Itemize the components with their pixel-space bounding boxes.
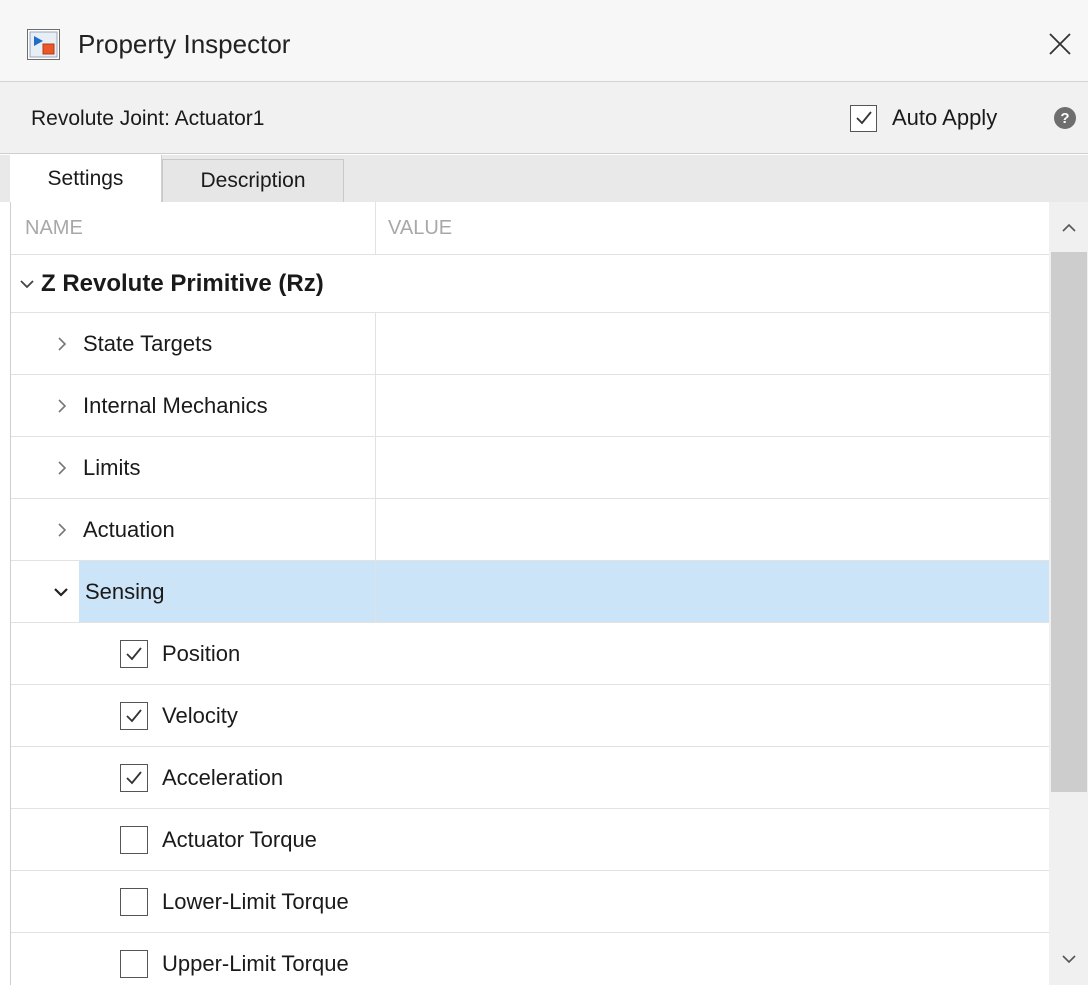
checkmark-icon (126, 771, 142, 785)
row-divider (375, 561, 376, 622)
actuator-torque-checkbox[interactable] (120, 826, 148, 854)
checkmark-icon (126, 647, 142, 661)
sensing-row-acceleration[interactable]: Acceleration (11, 747, 1049, 809)
chevron-right-icon[interactable] (53, 499, 71, 560)
block-header: Revolute Joint: Actuator1 Auto Apply ? (0, 82, 1088, 154)
window-title: Property Inspector (78, 29, 291, 59)
scroll-down-button[interactable] (1049, 941, 1088, 977)
property-inspector-window: Property Inspector Revolute Joint: Actua… (0, 0, 1088, 985)
simulink-block-icon (27, 29, 60, 60)
chevron-right-icon[interactable] (53, 437, 71, 498)
section-row-state-targets[interactable]: State Targets (11, 313, 1049, 375)
chevron-right-icon[interactable] (53, 313, 71, 374)
sensing-label: Velocity (162, 702, 238, 728)
sensing-row-actuator-torque[interactable]: Actuator Torque (11, 809, 1049, 871)
property-grid: NAME VALUE Z Revolute Primitive (Rz) Sta… (10, 202, 1088, 985)
chevron-up-icon (1062, 223, 1076, 232)
row-divider (375, 437, 376, 498)
section-row-limits[interactable]: Limits (11, 437, 1049, 499)
chevron-down-icon (1062, 955, 1076, 964)
chevron-down-icon[interactable] (51, 561, 71, 622)
section-row-sensing[interactable]: Sensing (11, 561, 1049, 623)
section-row-internal-mechanics[interactable]: Internal Mechanics (11, 375, 1049, 437)
block-label: Revolute Joint: Actuator1 (31, 107, 265, 130)
sensing-row-position[interactable]: Position (11, 623, 1049, 685)
property-rows: Z Revolute Primitive (Rz) State Targets … (11, 255, 1049, 985)
sensing-row-lower-limit-torque[interactable]: Lower-Limit Torque (11, 871, 1049, 933)
selection-highlight (79, 561, 1049, 622)
sensing-label: Acceleration (162, 764, 284, 790)
group-label: Z Revolute Primitive (Rz) (41, 269, 324, 297)
sensing-row-upper-limit-torque[interactable]: Upper-Limit Torque (11, 933, 1049, 985)
vertical-scrollbar[interactable] (1049, 202, 1088, 985)
column-value-header: VALUE (388, 217, 453, 239)
position-checkbox[interactable] (120, 640, 148, 668)
lower-limit-torque-checkbox[interactable] (120, 888, 148, 916)
column-divider[interactable] (375, 202, 376, 255)
row-divider (375, 499, 376, 560)
auto-apply-toggle[interactable]: Auto Apply (850, 102, 997, 134)
column-name-header: NAME (25, 217, 83, 239)
section-label: Limits (83, 454, 141, 480)
row-divider (375, 313, 376, 374)
tab-description[interactable]: Description (162, 159, 344, 202)
section-label: Actuation (83, 516, 175, 542)
section-label: State Targets (83, 330, 213, 356)
close-button[interactable] (1040, 24, 1080, 64)
sensing-label: Position (162, 640, 241, 666)
column-header: NAME VALUE (11, 202, 1049, 255)
section-label: Internal Mechanics (83, 392, 268, 418)
sensing-label: Lower-Limit Torque (162, 888, 349, 914)
sensing-row-velocity[interactable]: Velocity (11, 685, 1049, 747)
group-row-z-revolute-primitive[interactable]: Z Revolute Primitive (Rz) (11, 255, 1049, 313)
help-icon[interactable]: ? (1053, 106, 1077, 130)
chevron-right-icon[interactable] (53, 375, 71, 436)
upper-limit-torque-checkbox[interactable] (120, 950, 148, 978)
tab-settings[interactable]: Settings (10, 155, 162, 202)
checkmark-icon (855, 111, 872, 125)
auto-apply-checkbox[interactable] (850, 104, 877, 132)
sensing-label: Actuator Torque (162, 826, 317, 852)
velocity-checkbox[interactable] (120, 702, 148, 730)
section-row-actuation[interactable]: Actuation (11, 499, 1049, 561)
svg-text:?: ? (1060, 110, 1069, 127)
checkmark-icon (126, 709, 142, 723)
row-divider (375, 375, 376, 436)
scroll-up-button[interactable] (1049, 210, 1088, 246)
auto-apply-label: Auto Apply (892, 105, 998, 130)
sensing-label: Upper-Limit Torque (162, 950, 349, 976)
acceleration-checkbox[interactable] (120, 764, 148, 792)
chevron-down-icon[interactable] (17, 255, 37, 312)
section-label: Sensing (85, 578, 165, 604)
title-bar: Property Inspector (0, 0, 1088, 82)
close-icon (1049, 33, 1071, 55)
scroll-thumb[interactable] (1051, 252, 1087, 792)
tab-strip: Settings Description (0, 155, 1088, 202)
